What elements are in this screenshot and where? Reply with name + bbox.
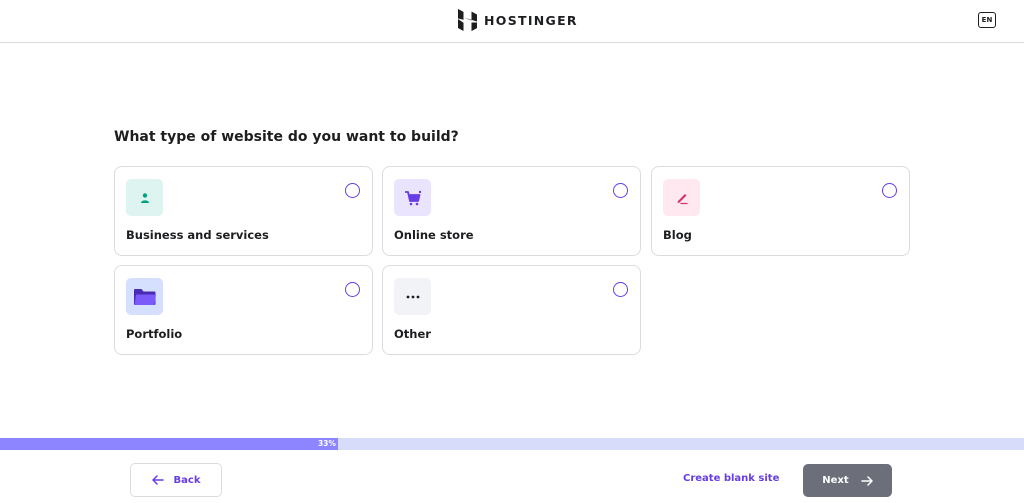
option-icon-tile bbox=[394, 179, 431, 216]
option-other[interactable]: Other bbox=[382, 265, 641, 355]
arrow-left-icon bbox=[151, 475, 164, 485]
option-blog[interactable]: Blog bbox=[651, 166, 910, 256]
top-header: HOSTINGER EN bbox=[0, 0, 1024, 43]
next-label: Next bbox=[822, 475, 849, 486]
option-radio[interactable] bbox=[613, 282, 628, 297]
back-button[interactable]: Back bbox=[130, 463, 222, 497]
progress-label: 33% bbox=[317, 439, 336, 448]
folder-icon bbox=[133, 288, 156, 305]
page-question: What type of website do you want to buil… bbox=[114, 129, 459, 145]
create-blank-site-link[interactable]: Create blank site bbox=[683, 473, 779, 484]
next-button[interactable]: Next bbox=[803, 464, 892, 497]
pen-icon bbox=[677, 193, 688, 204]
option-label: Business and services bbox=[126, 228, 269, 242]
option-radio[interactable] bbox=[613, 183, 628, 198]
brand-logo[interactable]: HOSTINGER bbox=[458, 9, 578, 31]
hostinger-logo-icon bbox=[458, 9, 477, 31]
person-icon bbox=[140, 192, 149, 203]
brand-name: HOSTINGER bbox=[484, 12, 578, 28]
arrow-right-icon bbox=[860, 475, 873, 486]
option-label: Blog bbox=[663, 228, 692, 242]
more-dots-icon bbox=[406, 295, 419, 298]
shopping-cart-icon bbox=[404, 190, 421, 205]
option-icon-tile bbox=[394, 278, 431, 315]
progress-fill: 33% bbox=[0, 438, 338, 450]
option-radio[interactable] bbox=[882, 183, 897, 198]
option-portfolio[interactable]: Portfolio bbox=[114, 265, 373, 355]
back-label: Back bbox=[173, 474, 201, 486]
option-label: Portfolio bbox=[126, 327, 183, 341]
option-radio[interactable] bbox=[345, 282, 360, 297]
progress-bar: 33% bbox=[0, 438, 1024, 450]
option-icon-tile bbox=[126, 179, 163, 216]
option-label: Other bbox=[394, 327, 431, 341]
option-online-store[interactable]: Online store bbox=[382, 166, 641, 256]
option-icon-tile bbox=[663, 179, 700, 216]
language-selector[interactable]: EN bbox=[978, 12, 996, 28]
option-business-and-services[interactable]: Business and services bbox=[114, 166, 373, 256]
option-label: Online store bbox=[394, 228, 474, 242]
option-icon-tile bbox=[126, 278, 163, 315]
option-radio[interactable] bbox=[345, 183, 360, 198]
